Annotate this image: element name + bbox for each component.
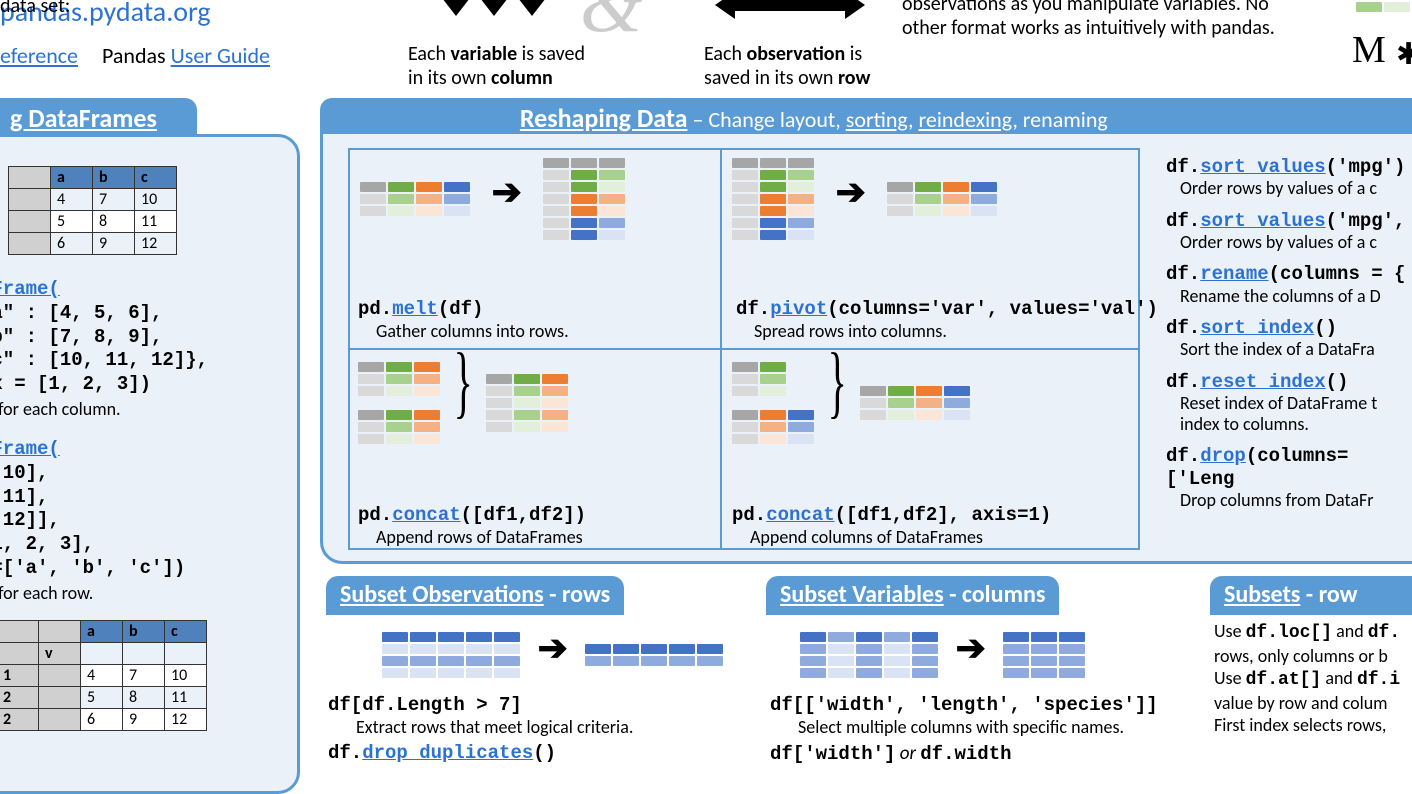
tidy-caption: observations as you manipulate variables… bbox=[902, 0, 1275, 40]
user-guide-link[interactable]: User Guide bbox=[171, 42, 270, 69]
melt-link[interactable]: melt bbox=[392, 298, 438, 320]
melt-diagram: ➔ bbox=[360, 158, 625, 242]
subset-rows-diagram: ➔ bbox=[382, 626, 723, 680]
arrow-right-icon: ➔ bbox=[836, 170, 866, 214]
rename-link[interactable]: rename bbox=[1200, 263, 1268, 285]
subset-cols-desc-1: Select multiple columns with specific na… bbox=[780, 716, 1124, 738]
subset-var-header: Subset Variables - columns bbox=[766, 576, 1059, 615]
arrow-right-icon: ➔ bbox=[956, 626, 986, 670]
subset-obs-header: Subset Observations - rows bbox=[326, 576, 624, 615]
api-reference-link[interactable]: eference bbox=[0, 42, 78, 69]
dataframe-desc-2: for each row. bbox=[0, 582, 93, 604]
example-table-2: abc v 14710 25811 26912 bbox=[0, 620, 207, 731]
subset-rows-code-2: df.drop_duplicates() bbox=[328, 742, 556, 764]
ampersand-icon: & bbox=[580, 0, 642, 51]
subsets-header: Subsets - row bbox=[1210, 576, 1412, 615]
example-table-1: abc 4710 5811 6912 bbox=[8, 166, 177, 255]
dataset-label: data set: bbox=[0, 0, 70, 18]
dataframe-code-1: aFrame( "a" : [4, 5, 6], "b" : [7, 8, 9]… bbox=[0, 278, 208, 397]
brace-icon: } bbox=[827, 358, 846, 406]
concat-rows-desc: Append rows of DataFrames bbox=[358, 526, 583, 548]
concat-rows-diagram: } bbox=[358, 358, 568, 446]
drop-link[interactable]: drop bbox=[1200, 445, 1246, 467]
m-letter: M bbox=[1352, 28, 1386, 72]
sort-values-link[interactable]: sort_values bbox=[1200, 156, 1325, 178]
subset-cols-code-1: df[['width', 'length', 'species']] bbox=[770, 694, 1158, 716]
pivot-code: df.pivot(columns='var', values='val') bbox=[736, 298, 1158, 320]
concat-cols-diagram: } bbox=[732, 358, 970, 446]
sort-values-link[interactable]: sort_values bbox=[1200, 210, 1325, 232]
subsets-text: Use df.loc[] and df. rows, only columns … bbox=[1214, 620, 1400, 737]
melt-code: pd.melt(df) bbox=[358, 298, 483, 320]
green-cell-icon bbox=[1356, 0, 1410, 14]
asterisk-icon: ✱ bbox=[1396, 36, 1412, 73]
brace-icon: } bbox=[453, 358, 472, 406]
concat-cols-code: pd.concat([df1,df2], axis=1) bbox=[732, 504, 1051, 526]
subset-cols-code-2: df['width'] or df.width bbox=[770, 742, 1012, 765]
sort-index-link[interactable]: sort_index bbox=[1200, 317, 1314, 339]
variable-caption: Each variable is saved in its own column bbox=[408, 42, 585, 90]
concat-link[interactable]: concat bbox=[392, 504, 460, 526]
down-arrows-icon bbox=[440, 0, 560, 20]
dataframe-code-2: aFrame( , 10], , 11], , 12]], [1, 2, 3],… bbox=[0, 438, 185, 581]
reshape-right-methods: df.sort_values('mpg') Order rows by valu… bbox=[1166, 156, 1412, 511]
horizontal-arrow-icon bbox=[700, 0, 880, 20]
concat-cols-desc: Append columns of DataFrames bbox=[732, 526, 983, 548]
concat-link[interactable]: concat bbox=[766, 504, 834, 526]
pivot-link[interactable]: pivot bbox=[770, 298, 827, 320]
arrow-right-icon: ➔ bbox=[492, 170, 522, 214]
drop-duplicates-link[interactable]: drop_duplicates bbox=[362, 742, 533, 764]
subset-rows-desc-1: Extract rows that meet logical criteria. bbox=[338, 716, 633, 738]
pivot-diagram: ➔ bbox=[732, 158, 997, 242]
arrow-right-icon: ➔ bbox=[538, 626, 568, 670]
subset-rows-code-1: df[df.Length > 7] bbox=[328, 694, 522, 716]
reset-index-link[interactable]: reset_index bbox=[1200, 371, 1325, 393]
subset-cols-diagram: ➔ bbox=[800, 626, 1085, 680]
observation-caption: Each observation is saved in its own row bbox=[704, 42, 870, 90]
pandas-label: Pandas bbox=[102, 42, 166, 69]
dataframe-desc-1: for each column. bbox=[0, 398, 121, 420]
concat-rows-code: pd.concat([df1,df2]) bbox=[358, 504, 586, 526]
